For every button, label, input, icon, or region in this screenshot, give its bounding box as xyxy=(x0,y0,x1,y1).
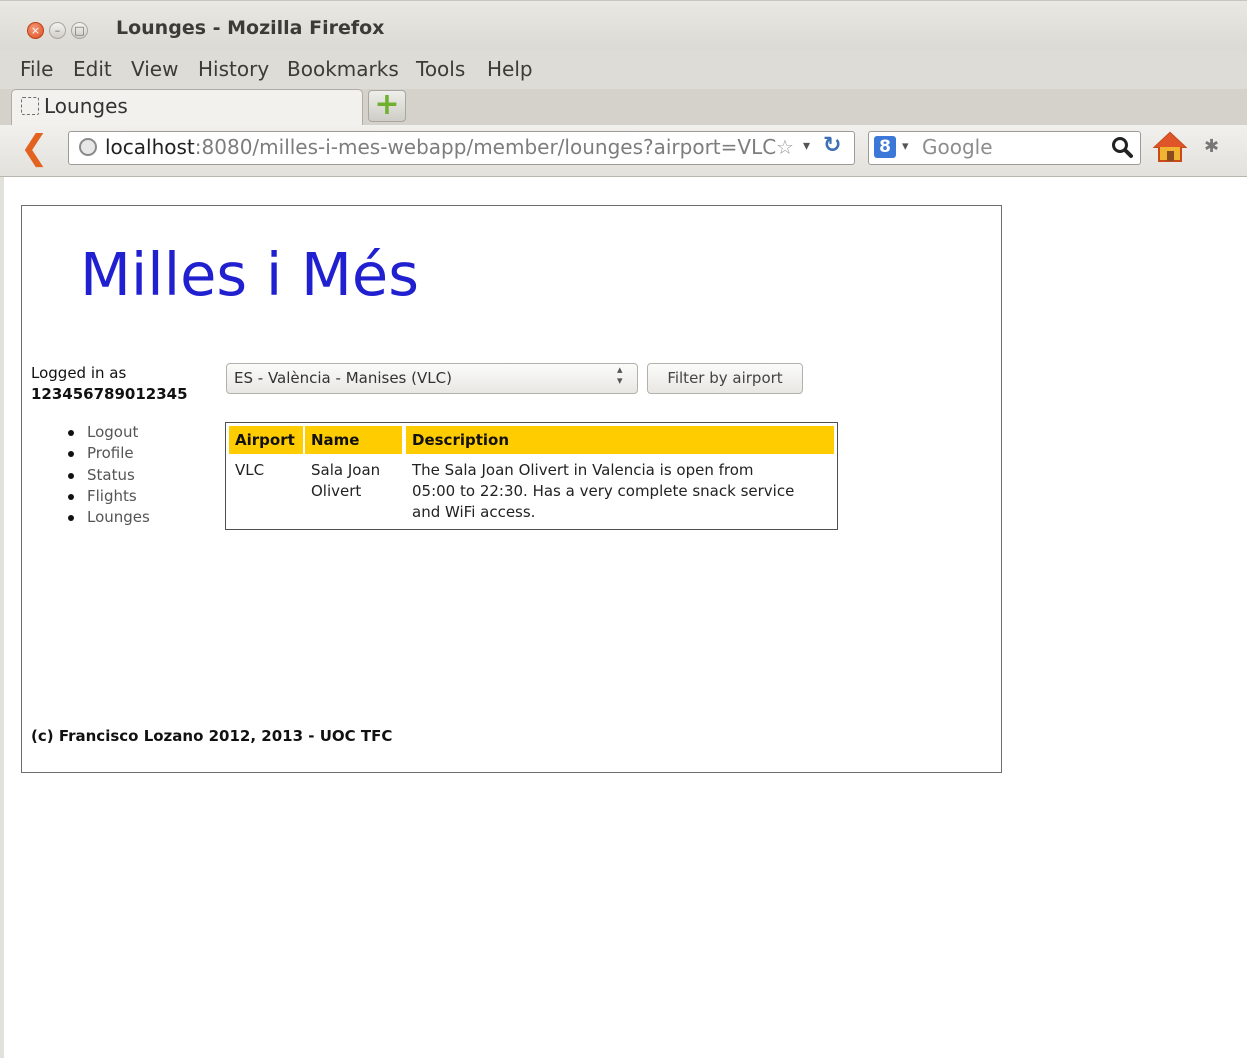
cell-description-line-1: The Sala Joan Olivert in Valencia is ope… xyxy=(412,461,754,479)
header-description: Description xyxy=(406,426,834,454)
nav-lounges[interactable]: Lounges xyxy=(68,507,150,528)
new-tab-icon: + xyxy=(374,87,400,122)
nav-profile[interactable]: Profile xyxy=(68,443,150,464)
logged-in-label: Logged in as xyxy=(31,364,127,382)
maximize-icon[interactable]: □ xyxy=(71,22,88,39)
menu-history[interactable]: History xyxy=(198,57,269,81)
extension-icon[interactable]: ✱ xyxy=(1204,136,1219,157)
window-title: Lounges - Mozilla Firefox xyxy=(116,17,385,39)
nav-logout[interactable]: Logout xyxy=(68,422,150,443)
filter-by-airport-button[interactable]: Filter by airport xyxy=(647,363,803,394)
star-icon[interactable]: ☆ xyxy=(776,135,794,159)
search-engine-dropdown-icon[interactable]: ▾ xyxy=(902,139,909,154)
close-icon[interactable]: × xyxy=(27,22,44,39)
logged-in-user-id: 123456789012345 xyxy=(31,385,188,403)
cell-description-line-3: and WiFi access. xyxy=(412,503,536,521)
cell-airport: VLC xyxy=(235,461,265,479)
cell-name-line-2: Olivert xyxy=(311,482,362,500)
address-url[interactable]: localhost:8080/milles-i-mes-webapp/membe… xyxy=(105,135,776,159)
address-host: localhost xyxy=(105,135,195,159)
cell-name-line-1: Sala Joan xyxy=(311,461,381,479)
tab-label: Lounges xyxy=(44,94,128,118)
menu-edit[interactable]: Edit xyxy=(73,57,112,81)
search-input[interactable]: Google xyxy=(922,135,993,159)
menu-tools[interactable]: Tools xyxy=(416,57,465,81)
header-airport: Airport xyxy=(229,426,303,454)
nav-flights[interactable]: Flights xyxy=(68,486,150,507)
select-arrows-icon: ▴ ▾ xyxy=(617,363,623,387)
window-left-edge xyxy=(0,177,4,1058)
menu-bar xyxy=(0,49,1247,89)
menu-bookmarks[interactable]: Bookmarks xyxy=(287,57,399,81)
page-footer: (c) Francisco Lozano 2012, 2013 - UOC TF… xyxy=(31,727,393,745)
member-nav: Logout Profile Status Flights Lounges xyxy=(68,422,150,528)
header-name: Name xyxy=(305,426,402,454)
page-icon xyxy=(21,97,39,115)
back-icon[interactable]: ❮ xyxy=(20,131,50,165)
google-icon[interactable]: 8 xyxy=(874,136,896,158)
site-title: Milles i Més xyxy=(80,240,419,309)
search-icon[interactable] xyxy=(1110,135,1134,159)
globe-icon xyxy=(79,138,97,156)
nav-status[interactable]: Status xyxy=(68,465,150,486)
menu-view[interactable]: View xyxy=(131,57,178,81)
reload-icon[interactable]: ↻ xyxy=(823,133,841,158)
menu-file[interactable]: File xyxy=(20,57,53,81)
menu-help[interactable]: Help xyxy=(487,57,533,81)
minimize-icon[interactable]: – xyxy=(49,22,66,39)
airport-select-value: ES - València - Manises (VLC) xyxy=(234,369,452,387)
home-icon[interactable] xyxy=(1152,131,1188,163)
address-path: :8080/milles-i-mes-webapp/member/lounges… xyxy=(194,135,777,159)
cell-description-line-2: 05:00 to 22:30. Has a very complete snac… xyxy=(412,482,795,500)
dropdown-icon[interactable]: ▾ xyxy=(803,138,810,154)
